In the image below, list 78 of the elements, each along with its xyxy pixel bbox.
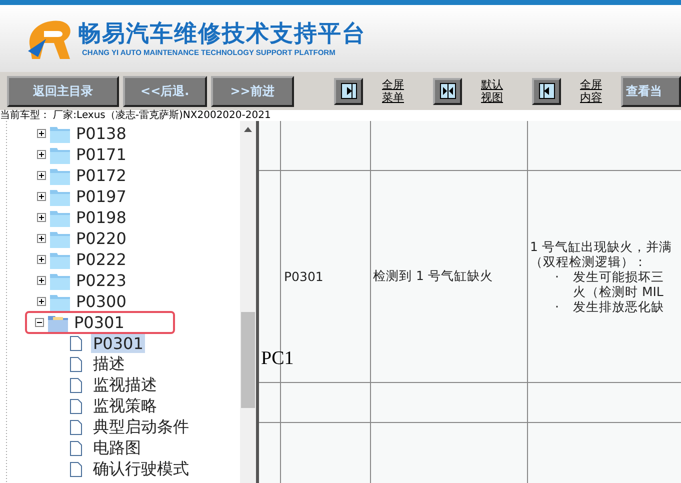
document-icon (70, 399, 82, 414)
expand-icon[interactable] (37, 129, 46, 138)
view-toggle-button[interactable] (334, 78, 363, 104)
view-toggle-button[interactable] (433, 78, 462, 104)
document-icon (70, 336, 82, 351)
expand-icon[interactable] (37, 276, 46, 285)
tree-label[interactable]: P0172 (74, 166, 128, 185)
folder-icon (50, 188, 70, 206)
tree-node[interactable]: P0222 (0, 249, 240, 270)
scroll-up-icon[interactable] (244, 127, 252, 132)
tree-node[interactable]: P0300 (0, 291, 240, 312)
folder-icon (50, 272, 70, 290)
tree-item[interactable]: 监视描述 (91, 375, 159, 396)
tree-item[interactable]: 确认行驶模式 (91, 459, 191, 480)
tree-label[interactable]: P0171 (74, 145, 128, 164)
tree-label[interactable]: P0301 (72, 313, 126, 332)
vehicle-info: 当前车型： 厂家:Lexus（凌志-雷克萨斯)NX2002020-2021 (0, 110, 681, 121)
tree-label[interactable]: P0220 (74, 229, 128, 248)
document-icon (70, 378, 82, 393)
tree-item[interactable]: P0301 (91, 334, 146, 353)
tree-item[interactable]: 描述 (91, 354, 127, 375)
detail-text: 1 号气缸出现缺火，并满 (530, 239, 673, 254)
expand-icon[interactable] (37, 150, 46, 159)
folder-icon (50, 124, 70, 142)
bullet-mark: · (555, 299, 559, 314)
panel-toggle-icon[interactable] (440, 83, 456, 99)
tree-node[interactable]: P0172 (0, 165, 240, 186)
tree-label[interactable]: P0138 (74, 124, 128, 143)
tree-item[interactable]: 监视策略 (91, 396, 159, 417)
folder-icon (50, 250, 70, 268)
folder-icon (50, 230, 70, 248)
view-link[interactable]: 全屏 内容 (565, 78, 617, 104)
tree-label[interactable]: P0223 (74, 271, 128, 290)
panel-toggle-icon[interactable] (538, 83, 554, 99)
description-cell-text: 检测到 1 号气缸缺火 (372, 268, 493, 283)
bullet-mark: · (555, 269, 559, 286)
scrollbar[interactable] (240, 121, 256, 483)
folder-icon (50, 208, 70, 226)
detail-text: （双程检测逻辑）： (530, 254, 648, 269)
expand-icon[interactable] (37, 192, 46, 201)
document-icon (70, 357, 82, 372)
expand-icon[interactable] (37, 297, 46, 306)
panel-toggle-icon[interactable] (340, 83, 356, 99)
tree-label[interactable]: P0198 (74, 208, 128, 227)
open-folder-icon (48, 314, 68, 332)
collapse-icon[interactable] (35, 318, 44, 327)
tree-label[interactable]: P0300 (74, 292, 128, 311)
view-toggle-button[interactable] (532, 78, 561, 104)
scroll-thumb[interactable] (241, 312, 255, 408)
expand-icon[interactable] (37, 213, 46, 222)
code-cell-text: P0301 (283, 269, 324, 284)
bullet-text: 发生排放恶化缺 (572, 299, 664, 314)
tree-label[interactable]: P0222 (74, 250, 128, 269)
tree-node[interactable]: P0197 (0, 186, 240, 207)
folder-icon (50, 292, 70, 310)
folder-icon (50, 146, 70, 164)
site-title: 畅易汽车维修技术支持平台 (78, 20, 366, 48)
view-link[interactable]: 全屏 菜单 (367, 78, 419, 104)
tree-item[interactable]: 电路图 (91, 438, 143, 459)
tree-node[interactable]: P0220 (0, 228, 240, 249)
tree-node[interactable]: P0223 (0, 270, 240, 291)
highlighted-tree-node[interactable]: P0301 (26, 312, 174, 333)
bullet-text: 发生可能损坏三 (572, 269, 664, 284)
folder-icon (50, 166, 70, 184)
document-icon (70, 420, 82, 435)
view-link[interactable]: 默认 视图 (466, 78, 518, 104)
overlay-label: PC1 (261, 348, 294, 370)
expand-icon[interactable] (37, 234, 46, 243)
expand-icon[interactable] (37, 255, 46, 264)
expand-icon[interactable] (37, 171, 46, 180)
document-icon (70, 462, 82, 477)
tree-node[interactable]: P0171 (0, 144, 240, 165)
tree-item[interactable]: 典型启动条件 (91, 417, 191, 438)
bullet-text: 火（检测时 MIL (572, 284, 664, 299)
tree-node[interactable]: P0138 (0, 123, 240, 144)
tree-node[interactable]: P0198 (0, 207, 240, 228)
document-icon (70, 441, 82, 456)
tree-label[interactable]: P0197 (74, 187, 128, 206)
